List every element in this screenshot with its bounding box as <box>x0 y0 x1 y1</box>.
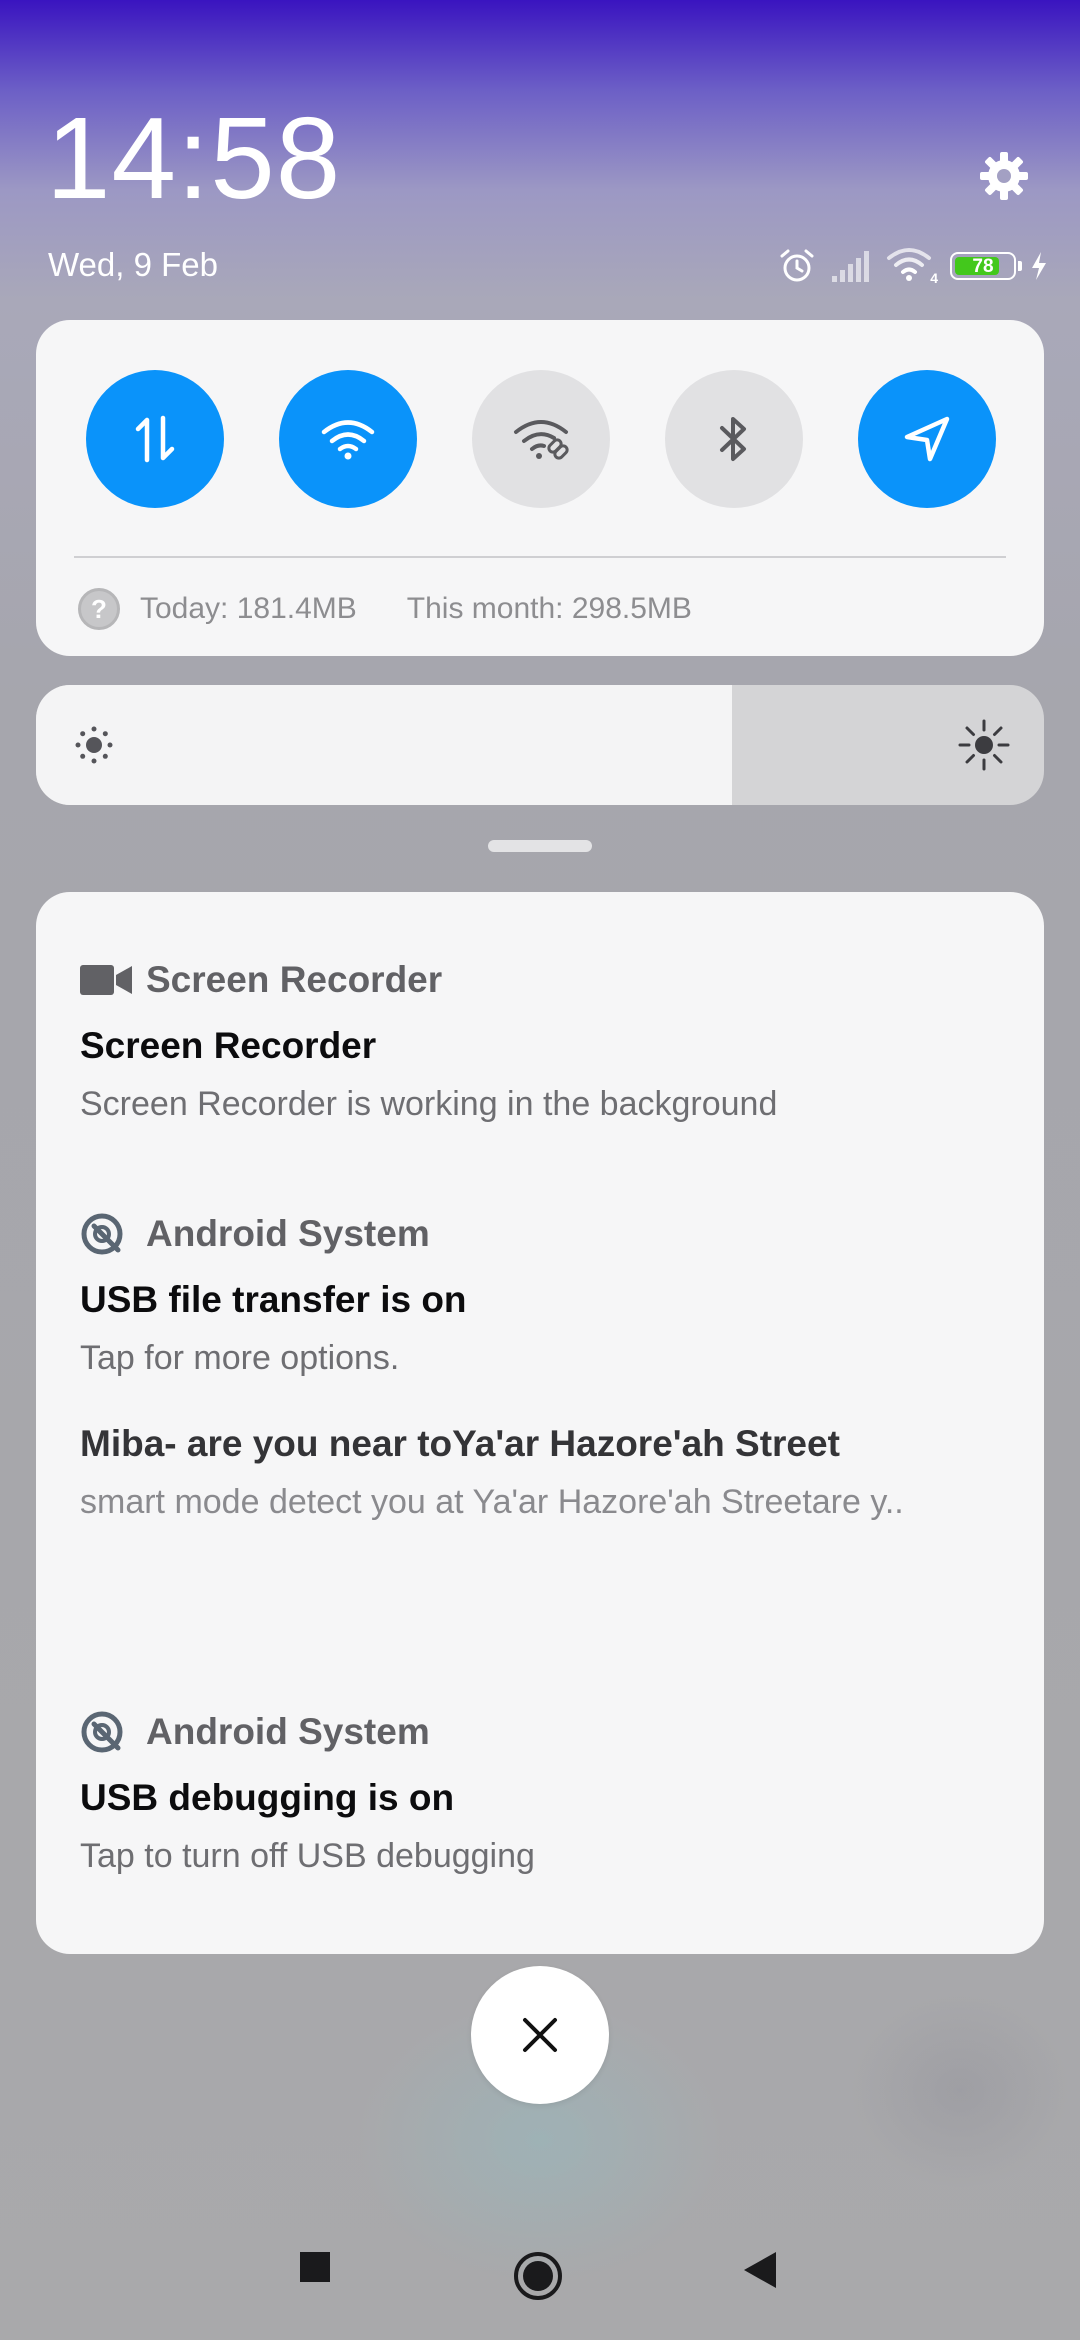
notification-title: USB file transfer is on <box>80 1279 467 1320</box>
alarm-icon <box>780 249 814 282</box>
notification-app-name: Android System <box>146 1213 430 1254</box>
wifi-icon <box>321 420 375 460</box>
brightness-low-icon <box>75 726 113 764</box>
data-usage-row[interactable]: ? Today: 181.4MB This month: 298.5MB <box>78 586 692 632</box>
notification-usb-file-transfer[interactable]: Android System USB file transfer is on T… <box>80 1212 1004 1378</box>
brightness-level-fill <box>36 685 732 805</box>
notification-app-row: Screen Recorder <box>80 958 1004 1002</box>
notification-title: USB debugging is on <box>80 1777 455 1818</box>
toggle-bluetooth[interactable] <box>665 370 803 508</box>
wifi-status: 4 <box>886 246 938 286</box>
bluetooth-icon <box>720 417 746 461</box>
cellular-signal-icon <box>832 251 869 282</box>
home-circle-icon <box>514 2252 562 2300</box>
settings-gear-icon[interactable] <box>976 148 1032 204</box>
battery-indicator: 78 <box>950 252 1022 280</box>
notification-title: Miba- are you near toYa'ar Hazore'ah Str… <box>80 1423 840 1464</box>
back-button[interactable] <box>742 2250 778 2290</box>
location-arrow-icon <box>904 416 950 462</box>
wifi-status-icon <box>887 248 931 281</box>
data-usage-month: This month: 298.5MB <box>406 592 692 625</box>
notification-title: Screen Recorder <box>80 1025 377 1066</box>
data-arrows-icon <box>135 415 175 463</box>
android-system-icon <box>80 1213 132 1255</box>
toggle-wifi[interactable] <box>279 370 417 508</box>
recents-button[interactable] <box>298 2250 332 2284</box>
notification-app-row: Android System <box>80 1710 1004 1754</box>
notifications-panel: Screen Recorder Screen Recorder Screen R… <box>36 892 1044 1954</box>
brightness-slider[interactable] <box>36 685 1044 805</box>
clear-all-button[interactable] <box>471 1966 609 2104</box>
notification-text: smart mode detect you at Ya'ar Hazore'ah… <box>80 1483 904 1521</box>
charging-bolt-icon <box>1032 252 1046 280</box>
notification-app-name: Screen Recorder <box>146 959 443 1000</box>
hotspot-icon <box>514 420 569 460</box>
battery-cap <box>1018 261 1022 271</box>
notification-app-row: Android System <box>80 1212 1004 1256</box>
video-camera-icon <box>80 960 132 1000</box>
notification-text: Tap to turn off USB debugging <box>80 1837 535 1875</box>
close-icon <box>523 2018 557 2052</box>
notification-screen-recorder[interactable]: Screen Recorder Screen Recorder Screen R… <box>80 958 1004 1124</box>
notification-location-suggestion[interactable]: Miba- are you near toYa'ar Hazore'ah Str… <box>80 1422 1004 1522</box>
toggle-location[interactable] <box>858 370 996 508</box>
android-system-icon <box>80 1711 132 1753</box>
quick-settings-panel: ? Today: 181.4MB This month: 298.5MB <box>36 320 1044 656</box>
battery-level: 78 <box>972 255 994 277</box>
quick-settings-divider <box>74 556 1006 558</box>
notification-text: Screen Recorder is working in the backgr… <box>80 1085 778 1123</box>
recents-square-icon <box>300 2252 330 2282</box>
help-question-icon: ? <box>78 588 120 630</box>
wifi-badge: 4 <box>930 270 938 286</box>
toggle-mobile-data[interactable] <box>86 370 224 508</box>
clock: 14:58 <box>46 93 342 223</box>
brightness-high-icon <box>958 719 1010 771</box>
panel-drag-handle[interactable] <box>488 840 592 852</box>
status-icons: 4 78 <box>778 244 1048 288</box>
toggle-hotspot[interactable] <box>472 370 610 508</box>
navigation-bar <box>0 2240 1080 2310</box>
date: Wed, 9 Feb <box>48 246 218 283</box>
notification-usb-debugging[interactable]: Android System USB debugging is on Tap t… <box>80 1710 1004 1876</box>
data-usage-today: Today: 181.4MB <box>140 592 357 625</box>
notification-text: Tap for more options. <box>80 1339 400 1377</box>
notification-app-name: Android System <box>146 1711 430 1752</box>
home-button[interactable] <box>512 2250 564 2302</box>
back-triangle-icon <box>744 2252 776 2288</box>
